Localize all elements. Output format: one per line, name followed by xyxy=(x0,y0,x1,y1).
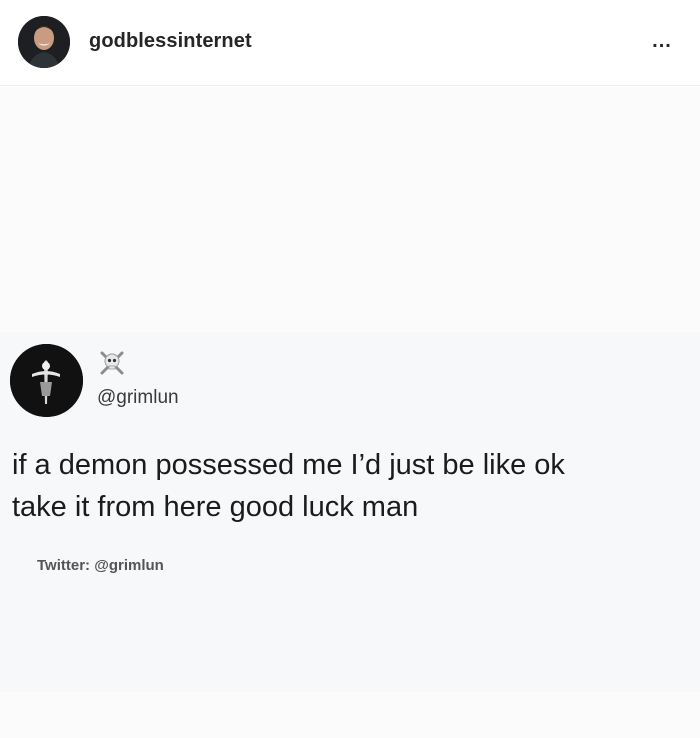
profile-photo xyxy=(18,16,70,68)
account-username[interactable]: godblessinternet xyxy=(89,30,252,53)
tweet-handle: @grimlun xyxy=(97,387,179,408)
tweet-avatar-photo xyxy=(10,344,83,417)
post-header: godblessinternet ... xyxy=(0,0,700,86)
tweet-text: if a demon possessed me I’d just be like… xyxy=(12,449,565,523)
tweet-credit: Twitter: @grimlun xyxy=(37,557,164,574)
skull-crossbones-icon xyxy=(100,351,124,375)
post-image: @grimlun if a demon possessed me I’d jus… xyxy=(0,87,700,738)
tweet-avatar xyxy=(10,344,83,417)
more-options-button[interactable]: ... xyxy=(644,26,680,56)
profile-avatar[interactable] xyxy=(18,16,70,68)
